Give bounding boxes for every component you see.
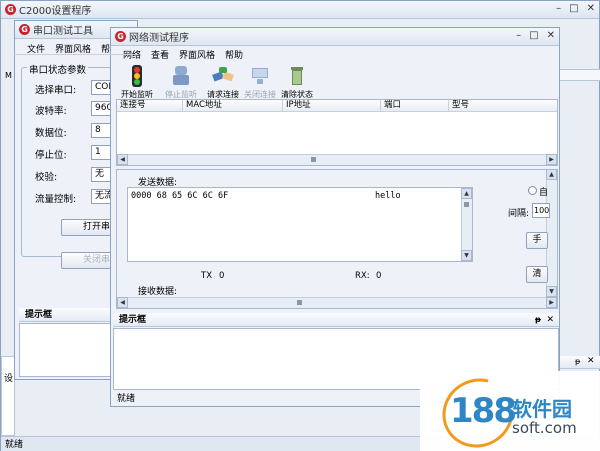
network-panel-close-icon[interactable]: ✕ (546, 313, 554, 327)
main-tip-text: 设 (4, 374, 14, 384)
area-scroll-down-icon[interactable]: ▼ (546, 286, 557, 297)
area-scroll-right-icon[interactable]: ▶ (546, 297, 557, 308)
main-status-text: 就绪 (5, 440, 24, 450)
tx-label: TX (201, 271, 213, 281)
interval-label: 间隔: (508, 209, 530, 219)
auto-send-radio[interactable] (528, 186, 537, 195)
minimize-icon[interactable]: – (556, 3, 561, 14)
col-mac[interactable]: MAC地址 (183, 100, 283, 111)
clear-recv-button[interactable]: 清 (526, 266, 548, 283)
network-window-title: 网络测试程序 (129, 33, 189, 44)
rx-value: 0 (376, 271, 382, 281)
area-hscroll-grip[interactable] (297, 300, 302, 305)
pin-icon[interactable]: ᵽ (575, 357, 580, 366)
stop-listen-button[interactable]: 停止监听 (163, 65, 199, 100)
close-icon[interactable]: ✕ (587, 3, 595, 14)
col-conn-id[interactable]: 连接号 (117, 100, 183, 111)
clear-status-button[interactable]: 清除状态 (279, 65, 315, 100)
manual-send-button[interactable]: 手 (526, 232, 548, 249)
traffic-light-icon (126, 65, 148, 87)
port-label: 选择串口: (35, 85, 77, 96)
serial-logo-icon: G (19, 24, 30, 35)
rx-label: RX: (355, 271, 370, 281)
handshake-icon (212, 65, 234, 87)
serial-menu-style[interactable]: 界面风格 (55, 42, 91, 55)
network-window: G 网络测试程序 – □ ✕ 网络 查看 界面风格 帮助 开始监听 停止监听 请… (110, 27, 560, 407)
databits-label: 数据位: (35, 128, 67, 139)
interval-input[interactable]: 100 (532, 203, 550, 218)
serial-menu-file[interactable]: 文件 (27, 42, 45, 55)
network-menu-help[interactable]: 帮助 (225, 48, 243, 61)
network-close-icon[interactable]: ✕ (547, 30, 555, 41)
network-title-bar[interactable]: G 网络测试程序 – □ ✕ (111, 28, 559, 46)
serial-group-title: 串口状态参数 (27, 62, 89, 76)
network-pin-icon[interactable]: ᵽ (535, 313, 541, 327)
send-hex-text: 0000 68 65 6C 6C 6F (131, 191, 229, 201)
serial-tip-panel-title: 提示框 (25, 310, 53, 320)
scroll-left-icon[interactable]: ◀ (117, 154, 128, 165)
network-minimize-icon[interactable]: – (516, 30, 521, 41)
serial-menu-divider (14, 54, 138, 55)
close-connect-button[interactable]: 关闭连接 (242, 65, 278, 100)
send-scroll-up-icon[interactable]: ▲ (461, 188, 472, 199)
send-vscroll[interactable]: ▲ ▼ (461, 188, 472, 261)
network-logo-icon: G (115, 31, 126, 42)
watermark-badge: 188 软件园 soft.com (420, 365, 600, 451)
col-ip[interactable]: IP地址 (283, 100, 381, 111)
main-window-title: C2000设置程序 (19, 6, 92, 17)
network-status-text: 就绪 (117, 394, 136, 404)
serial-window-title: 串口测试工具 (33, 26, 93, 37)
app-logo-icon: G (5, 4, 16, 15)
send-data-box[interactable]: 0000 68 65 6C 6C 6F hello ▲ ▼ (127, 187, 473, 262)
maximize-icon[interactable]: □ (569, 3, 578, 14)
watermark-url: soft.com (512, 419, 577, 437)
baud-label: 波特率: (35, 106, 67, 117)
watermark-cn: 软件园 (512, 397, 572, 421)
col-port[interactable]: 端口 (381, 100, 449, 111)
col-model[interactable]: 型号 (449, 100, 557, 111)
network-menu-style[interactable]: 界面风格 (179, 48, 215, 61)
watermark-number: 188 (450, 391, 517, 431)
main-right-strip (557, 69, 600, 81)
connection-table: 连接号 MAC地址 IP地址 端口 型号 ◀ ▶ (116, 99, 558, 166)
hscroll-grip[interactable] (311, 157, 316, 162)
robot-icon (170, 65, 192, 87)
serial-menu-bar: 文件 界面风格 帮助 (15, 41, 119, 55)
panel-close-icon[interactable]: ✕ (587, 356, 595, 366)
auto-send-label: 自 (539, 188, 549, 198)
network-tip-panel-header: 提示框 ᵽ ✕ (113, 313, 559, 327)
parity-label: 校验: (35, 172, 58, 183)
main-tip-left: 设 (1, 356, 15, 436)
scroll-right-icon[interactable]: ▶ (546, 154, 557, 165)
tx-value: 0 (219, 271, 225, 281)
network-menu-view[interactable]: 查看 (151, 48, 169, 61)
send-ascii-text: hello (375, 191, 401, 201)
area-scroll-up-icon[interactable]: ▲ (546, 169, 557, 180)
network-maximize-icon[interactable]: □ (529, 30, 538, 41)
table-hscroll[interactable]: ◀ ▶ (117, 154, 557, 165)
send-vscroll-grip[interactable] (464, 202, 469, 207)
network-icon (249, 65, 271, 87)
request-connect-button[interactable]: 请求连接 (205, 65, 241, 100)
start-listen-button[interactable]: 开始监听 (119, 65, 155, 100)
send-scroll-down-icon[interactable]: ▼ (461, 250, 472, 261)
area-scroll-left-icon[interactable]: ◀ (117, 297, 128, 308)
network-tip-panel-title: 提示框 (119, 315, 147, 325)
main-title-bar[interactable]: G C2000设置程序 – □ ✕ (1, 1, 599, 19)
main-tip-panel-header: ᵽ ✕ (557, 356, 600, 369)
recv-label: 接收数据: (138, 287, 178, 297)
send-area-hscroll[interactable]: ◀ ▶ (117, 297, 557, 308)
stopbits-label: 停止位: (35, 150, 67, 161)
recycle-bin-icon (286, 65, 308, 87)
flow-label: 流量控制: (35, 194, 77, 205)
table-header: 连接号 MAC地址 IP地址 端口 型号 (117, 100, 557, 112)
